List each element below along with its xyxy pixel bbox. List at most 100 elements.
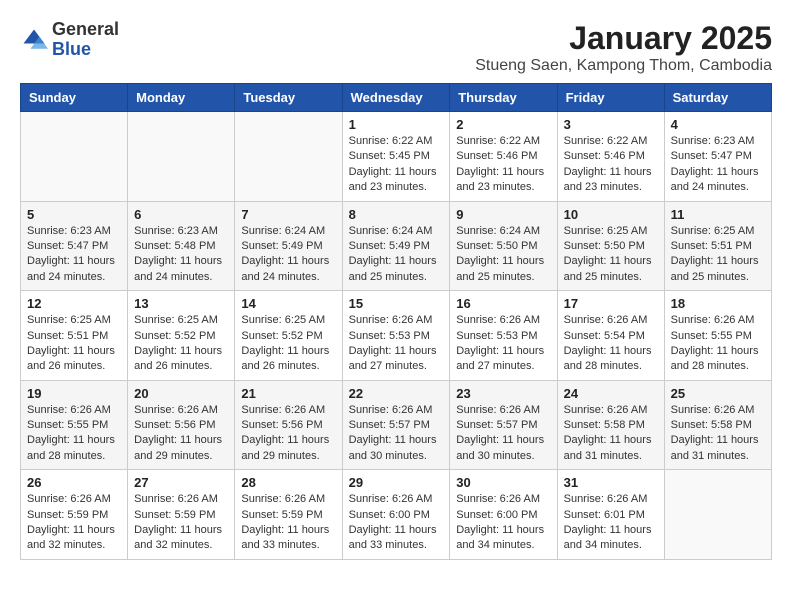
day-number: 19 [27, 386, 121, 401]
day-number: 27 [134, 475, 228, 490]
day-info: Sunrise: 6:26 AM Sunset: 5:59 PM Dayligh… [241, 492, 335, 554]
day-cell: 4 Sunrise: 6:23 AM Sunset: 5:47 PM Daylig… [664, 112, 771, 202]
day-number: 20 [134, 386, 228, 401]
week-row-4: 19 Sunrise: 6:26 AM Sunset: 5:55 PM Dayli… [21, 380, 772, 470]
logo-blue-text: Blue [52, 39, 91, 59]
day-cell: 29 Sunrise: 6:26 AM Sunset: 6:00 PM Dayli… [342, 470, 450, 560]
day-number: 21 [241, 386, 335, 401]
weekday-header-friday: Friday [557, 84, 664, 112]
day-number: 1 [349, 117, 444, 132]
day-info: Sunrise: 6:26 AM Sunset: 5:55 PM Dayligh… [27, 403, 121, 465]
day-cell [128, 112, 235, 202]
weekday-header-saturday: Saturday [664, 84, 771, 112]
weekday-header-monday: Monday [128, 84, 235, 112]
logo-general-text: General [52, 19, 119, 39]
day-cell: 21 Sunrise: 6:26 AM Sunset: 5:56 PM Dayli… [235, 380, 342, 470]
day-cell: 15 Sunrise: 6:26 AM Sunset: 5:53 PM Dayli… [342, 291, 450, 381]
day-number: 23 [456, 386, 550, 401]
day-cell: 24 Sunrise: 6:26 AM Sunset: 5:58 PM Dayli… [557, 380, 664, 470]
day-cell: 16 Sunrise: 6:26 AM Sunset: 5:53 PM Dayli… [450, 291, 557, 381]
day-cell [235, 112, 342, 202]
day-cell [21, 112, 128, 202]
day-cell: 26Sunrise: 6:26 AM Sunset: 5:59 PM Dayli… [21, 470, 128, 560]
day-cell: 19 Sunrise: 6:26 AM Sunset: 5:55 PM Dayli… [21, 380, 128, 470]
day-info: Sunrise: 6:26 AM Sunset: 5:58 PM Dayligh… [671, 403, 765, 465]
weekday-header-tuesday: Tuesday [235, 84, 342, 112]
day-info: Sunrise: 6:23 AM Sunset: 5:48 PM Dayligh… [134, 224, 228, 286]
day-number: 8 [349, 207, 444, 222]
day-cell: 11Sunrise: 6:25 AM Sunset: 5:51 PM Dayli… [664, 201, 771, 291]
day-info: Sunrise: 6:24 AM Sunset: 5:49 PM Dayligh… [349, 224, 444, 286]
day-cell: 17Sunrise: 6:26 AM Sunset: 5:54 PM Dayli… [557, 291, 664, 381]
day-cell: 1Sunrise: 6:22 AM Sunset: 5:45 PM Daylig… [342, 112, 450, 202]
day-info: Sunrise: 6:26 AM Sunset: 6:00 PM Dayligh… [349, 492, 444, 554]
week-row-5: 26 Sunrise: 6:26 AM Sunset: 5:59 PM Dayli… [21, 470, 772, 560]
day-number: 4 [671, 117, 765, 132]
day-info: Sunrise: 6:26 AM Sunset: 5:53 PM Dayligh… [456, 313, 550, 375]
day-info: Sunrise: 6:26 AM Sunset: 5:57 PM Dayligh… [456, 403, 550, 465]
day-info: Sunrise: 6:24 AM Sunset: 5:50 PM Dayligh… [456, 224, 550, 286]
day-info: Sunrise: 6:26 AM Sunset: 5:56 PM Dayligh… [134, 403, 228, 465]
day-info: Sunrise: 6:26 AM Sunset: 5:57 PM Dayligh… [349, 403, 444, 465]
week-row-1: 1Sunrise: 6:22 AM Sunset: 5:45 PM Daylig… [21, 112, 772, 202]
day-cell: 13Sunrise: 6:25 AM Sunset: 5:52 PM Dayli… [128, 291, 235, 381]
day-cell: 25Sunrise: 6:26 AM Sunset: 5:58 PM Dayli… [664, 380, 771, 470]
day-cell: 10 Sunrise: 6:25 AM Sunset: 5:50 PM Dayli… [557, 201, 664, 291]
day-number: 29 [349, 475, 444, 490]
day-number: 5 [27, 207, 121, 222]
day-info: Sunrise: 6:26 AM Sunset: 6:01 PM Dayligh… [564, 492, 658, 554]
logo-icon [20, 26, 48, 54]
day-number: 9 [456, 207, 550, 222]
weekday-header-row: SundayMondayTuesdayWednesdayThursdayFrid… [21, 84, 772, 112]
day-cell: 20 Sunrise: 6:26 AM Sunset: 5:56 PM Dayli… [128, 380, 235, 470]
week-row-2: 5 Sunrise: 6:23 AM Sunset: 5:47 PM Daylig… [21, 201, 772, 291]
day-number: 18 [671, 296, 765, 311]
day-info: Sunrise: 6:26 AM Sunset: 5:53 PM Dayligh… [349, 313, 444, 375]
day-cell: 28Sunrise: 6:26 AM Sunset: 5:59 PM Dayli… [235, 470, 342, 560]
day-cell: 2Sunrise: 6:22 AM Sunset: 5:46 PM Daylig… [450, 112, 557, 202]
weekday-header-sunday: Sunday [21, 84, 128, 112]
day-number: 10 [564, 207, 658, 222]
day-cell: 5 Sunrise: 6:23 AM Sunset: 5:47 PM Daylig… [21, 201, 128, 291]
day-info: Sunrise: 6:24 AM Sunset: 5:49 PM Dayligh… [241, 224, 335, 286]
calendar: SundayMondayTuesdayWednesdayThursdayFrid… [20, 83, 772, 560]
month-title: January 2025 [475, 20, 772, 57]
day-info: Sunrise: 6:23 AM Sunset: 5:47 PM Dayligh… [671, 134, 765, 196]
day-cell: 18 Sunrise: 6:26 AM Sunset: 5:55 PM Dayli… [664, 291, 771, 381]
day-cell: 31 Sunrise: 6:26 AM Sunset: 6:01 PM Dayli… [557, 470, 664, 560]
day-cell: 14Sunrise: 6:25 AM Sunset: 5:52 PM Dayli… [235, 291, 342, 381]
day-number: 7 [241, 207, 335, 222]
day-info: Sunrise: 6:26 AM Sunset: 5:55 PM Dayligh… [671, 313, 765, 375]
day-info: Sunrise: 6:23 AM Sunset: 5:47 PM Dayligh… [27, 224, 121, 286]
day-info: Sunrise: 6:25 AM Sunset: 5:50 PM Dayligh… [564, 224, 658, 286]
day-info: Sunrise: 6:25 AM Sunset: 5:52 PM Dayligh… [134, 313, 228, 375]
day-cell: 27Sunrise: 6:26 AM Sunset: 5:59 PM Dayli… [128, 470, 235, 560]
day-number: 15 [349, 296, 444, 311]
day-number: 24 [564, 386, 658, 401]
day-info: Sunrise: 6:26 AM Sunset: 6:00 PM Dayligh… [456, 492, 550, 554]
week-row-3: 12Sunrise: 6:25 AM Sunset: 5:51 PM Dayli… [21, 291, 772, 381]
weekday-header-thursday: Thursday [450, 84, 557, 112]
day-number: 16 [456, 296, 550, 311]
day-number: 31 [564, 475, 658, 490]
day-cell: 23 Sunrise: 6:26 AM Sunset: 5:57 PM Dayli… [450, 380, 557, 470]
day-number: 30 [456, 475, 550, 490]
title-area: January 2025 Stueng Saen, Kampong Thom, … [475, 20, 772, 75]
day-cell: 8 Sunrise: 6:24 AM Sunset: 5:49 PM Daylig… [342, 201, 450, 291]
day-info: Sunrise: 6:26 AM Sunset: 5:56 PM Dayligh… [241, 403, 335, 465]
day-number: 11 [671, 207, 765, 222]
day-number: 22 [349, 386, 444, 401]
day-number: 14 [241, 296, 335, 311]
logo: General Blue [20, 20, 119, 60]
day-number: 6 [134, 207, 228, 222]
day-cell: 22 Sunrise: 6:26 AM Sunset: 5:57 PM Dayli… [342, 380, 450, 470]
day-cell: 6 Sunrise: 6:23 AM Sunset: 5:48 PM Daylig… [128, 201, 235, 291]
day-cell: 30 Sunrise: 6:26 AM Sunset: 6:00 PM Dayli… [450, 470, 557, 560]
day-cell: 7 Sunrise: 6:24 AM Sunset: 5:49 PM Daylig… [235, 201, 342, 291]
location-title: Stueng Saen, Kampong Thom, Cambodia [475, 57, 772, 75]
day-info: Sunrise: 6:25 AM Sunset: 5:51 PM Dayligh… [27, 313, 121, 375]
day-info: Sunrise: 6:26 AM Sunset: 5:58 PM Dayligh… [564, 403, 658, 465]
day-number: 3 [564, 117, 658, 132]
day-number: 26 [27, 475, 121, 490]
day-info: Sunrise: 6:22 AM Sunset: 5:46 PM Dayligh… [564, 134, 658, 196]
